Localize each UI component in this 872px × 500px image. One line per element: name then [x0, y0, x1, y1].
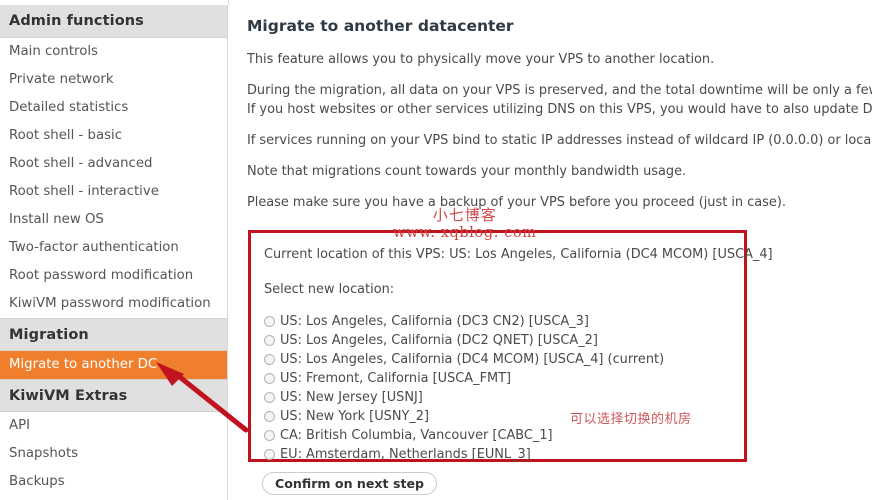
paragraph-bandwidth-note: Note that migrations count towards your …	[247, 162, 872, 181]
sidebar-item-snapshots[interactable]: Snapshots	[0, 440, 227, 468]
location-option-label: EU: Amsterdam, Netherlands [EUNL_3]	[280, 447, 531, 462]
radio-icon[interactable]	[264, 373, 275, 384]
radio-icon[interactable]	[264, 411, 275, 422]
location-option-label: US: New Jersey [USNJ]	[280, 390, 423, 405]
sidebar-section-header-migration: Migration	[0, 318, 227, 351]
sidebar-item-detailed-statistics[interactable]: Detailed statistics	[0, 94, 227, 122]
location-option-label: CA: British Columbia, Vancouver [CABC_1]	[280, 428, 553, 443]
select-new-location-label: Select new location:	[264, 282, 395, 297]
paragraph-backup-warning: Please make sure you have a backup of yo…	[247, 193, 872, 212]
sidebar-item-main-controls[interactable]: Main controls	[0, 38, 227, 66]
paragraph-line: If you host websites or other services u…	[247, 102, 872, 117]
location-option-label: US: Los Angeles, California (DC3 CN2) [U…	[280, 314, 589, 329]
paragraph-line: Please make sure you have a backup of yo…	[247, 195, 786, 210]
sidebar-item-backups[interactable]: Backups	[0, 468, 227, 496]
sidebar-item-private-network[interactable]: Private network	[0, 66, 227, 94]
location-option-label: US: Fremont, California [USCA_FMT]	[280, 371, 512, 386]
location-option-cabc-1[interactable]: CA: British Columbia, Vancouver [CABC_1]	[264, 426, 743, 445]
app-screen: Admin functions Main controls Private ne…	[0, 0, 872, 500]
sidebar-item-two-factor-authentication[interactable]: Two-factor authentication	[0, 234, 227, 262]
sidebar: Admin functions Main controls Private ne…	[0, 5, 228, 500]
radio-icon[interactable]	[264, 316, 275, 327]
location-option-usnj[interactable]: US: New Jersey [USNJ]	[264, 388, 743, 407]
paragraph-line: Note that migrations count towards your …	[247, 164, 687, 179]
sidebar-item-kiwivm-password-modification[interactable]: KiwiVM password modification	[0, 290, 227, 318]
sidebar-section-header-kiwivm-extras: KiwiVM Extras	[0, 379, 227, 412]
sidebar-item-root-shell-advanced[interactable]: Root shell - advanced	[0, 150, 227, 178]
location-option-usca-fmt[interactable]: US: Fremont, California [USCA_FMT]	[264, 369, 743, 388]
sidebar-item-root-password-modification[interactable]: Root password modification	[0, 262, 227, 290]
location-option-eunl-3[interactable]: EU: Amsterdam, Netherlands [EUNL_3]	[264, 445, 743, 464]
location-option-usca-2[interactable]: US: Los Angeles, California (DC2 QNET) […	[264, 331, 743, 350]
sidebar-item-migrate-to-another-dc[interactable]: Migrate to another DC	[0, 351, 227, 379]
paragraph-migration-details: During the migration, all data on your V…	[247, 81, 872, 119]
sidebar-item-root-shell-interactive[interactable]: Root shell - interactive	[0, 178, 227, 206]
location-option-label: US: New York [USNY_2]	[280, 409, 430, 424]
sidebar-item-api[interactable]: API	[0, 412, 227, 440]
radio-icon[interactable]	[264, 354, 275, 365]
paragraph-line: During the migration, all data on your V…	[247, 83, 872, 98]
paragraph-static-ip: If services running on your VPS bind to …	[247, 131, 872, 150]
location-radio-group: US: Los Angeles, California (DC3 CN2) [U…	[264, 312, 743, 464]
location-option-usca-3[interactable]: US: Los Angeles, California (DC3 CN2) [U…	[264, 312, 743, 331]
radio-icon[interactable]	[264, 392, 275, 403]
location-option-label: US: Los Angeles, California (DC2 QNET) […	[280, 333, 598, 348]
sidebar-section-header-admin-functions: Admin functions	[0, 5, 227, 38]
confirm-on-next-step-button[interactable]: Confirm on next step	[262, 472, 438, 495]
paragraph-line: This feature allows you to physically mo…	[247, 52, 715, 67]
radio-icon[interactable]	[264, 335, 275, 346]
sidebar-item-root-shell-basic[interactable]: Root shell - basic	[0, 122, 227, 150]
paragraph-line: If services running on your VPS bind to …	[247, 133, 872, 148]
page-title: Migrate to another datacenter	[247, 17, 514, 35]
radio-icon[interactable]	[264, 430, 275, 441]
location-option-usca-4-current[interactable]: US: Los Angeles, California (DC4 MCOM) […	[264, 350, 743, 369]
current-location-text: Current location of this VPS: US: Los An…	[264, 247, 773, 262]
annotation-callout-text: 可以选择切换的机房	[570, 412, 692, 427]
radio-icon[interactable]	[264, 449, 275, 460]
location-option-label: US: Los Angeles, California (DC4 MCOM) […	[280, 352, 665, 367]
sidebar-item-install-new-os[interactable]: Install new OS	[0, 206, 227, 234]
paragraph-intro: This feature allows you to physically mo…	[247, 50, 872, 69]
